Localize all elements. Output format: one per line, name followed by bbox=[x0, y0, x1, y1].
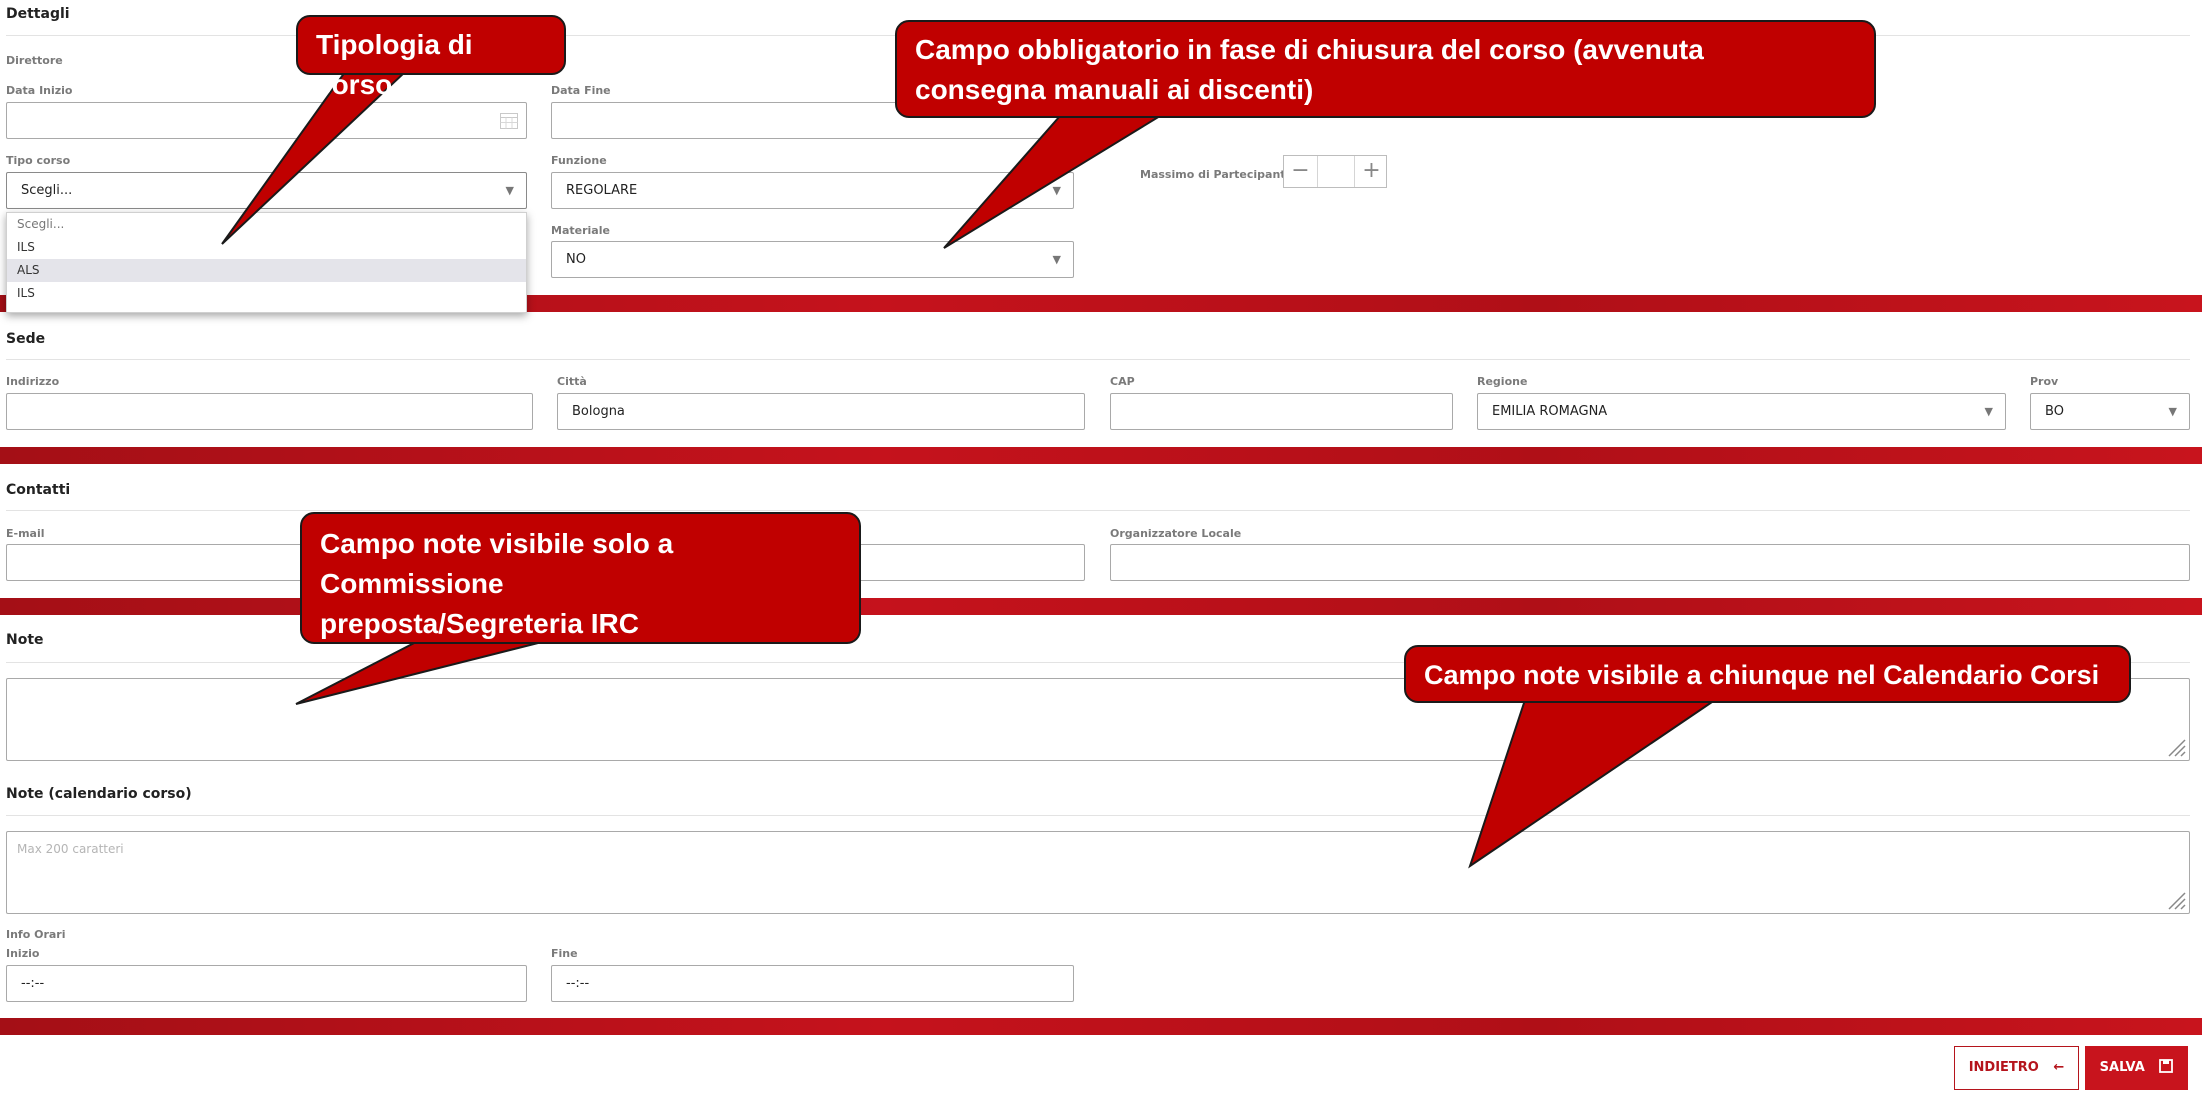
callout-note-commissione-line1: Campo note visibile solo a Commissione bbox=[320, 528, 674, 599]
callout-note-calendario-text: Campo note visibile a chiunque nel Calen… bbox=[1424, 660, 2100, 690]
callout-tipologia: Tipologia di corso bbox=[296, 15, 566, 100]
callout-pointer-obbligatorio bbox=[943, 115, 1164, 249]
callout-pointer-note-commissione bbox=[295, 639, 551, 705]
callout-obbligatorio: Campo obbligatorio in fase di chiusura d… bbox=[895, 20, 1876, 118]
callout-obbligatorio-line2: consegna manuali ai discenti) bbox=[915, 74, 1314, 105]
callout-note-calendario: Campo note visibile a chiunque nel Calen… bbox=[1404, 645, 2131, 703]
callout-note-commissione-line2: preposta/Segreteria IRC bbox=[320, 608, 639, 639]
callout-obbligatorio-line1: Campo obbligatorio in fase di chiusura d… bbox=[915, 34, 1704, 65]
callout-pointer-note-calendario bbox=[1468, 699, 1719, 869]
callout-note-commissione: Campo note visibile solo a Commissione p… bbox=[300, 512, 861, 644]
